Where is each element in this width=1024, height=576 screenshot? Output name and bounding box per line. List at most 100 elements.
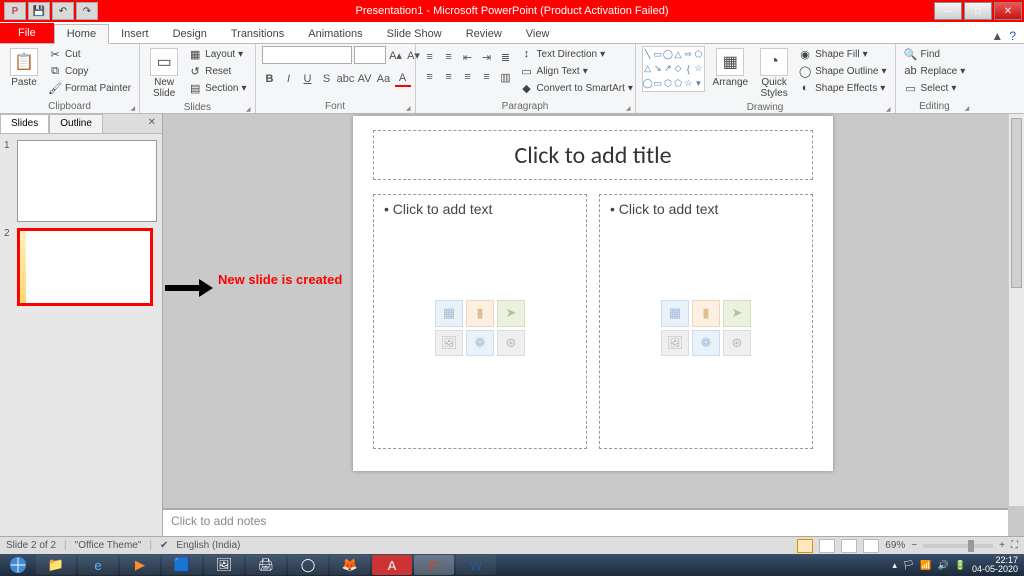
tray-action-center-icon[interactable]: 🏳 [903, 560, 914, 571]
taskbar-firefox[interactable]: 🦊 [330, 555, 370, 575]
media-icon[interactable]: ⊛ [723, 330, 751, 357]
slide-canvas[interactable]: Click to add title Click to add text ▦ ▮… [353, 116, 833, 471]
start-button[interactable] [2, 555, 34, 575]
zoom-slider[interactable] [923, 544, 993, 548]
content-placeholder-left[interactable]: Click to add text ▦ ▮ ➤ 🖼 ❁ ⊛ [373, 194, 587, 449]
format-painter-button[interactable]: 🖌Format Painter [46, 80, 133, 96]
line-spacing-button[interactable]: ≣ [498, 49, 514, 65]
tray-show-hidden-icon[interactable]: ▴ [892, 560, 897, 571]
taskbar-media[interactable]: ▶ [120, 555, 160, 575]
align-center-button[interactable]: ≡ [441, 69, 457, 85]
close-pane-icon[interactable]: ✕ [142, 114, 162, 133]
justify-button[interactable]: ≡ [479, 69, 495, 85]
shapes-gallery[interactable]: ╲▭◯△⇨⬠ △↘↗◇{☆ ◯▭⬡⬠☆▾ [642, 46, 705, 92]
find-button[interactable]: 🔍Find [902, 46, 968, 62]
smartart-icon[interactable]: ➤ [723, 300, 751, 327]
font-size-select[interactable] [354, 46, 386, 64]
tab-slideshow[interactable]: Slide Show [375, 25, 454, 43]
tab-transitions[interactable]: Transitions [219, 25, 296, 43]
taskbar-chrome[interactable]: ◯ [288, 555, 328, 575]
bold-button[interactable]: B [262, 71, 278, 87]
language-indicator[interactable]: English (India) [176, 540, 240, 551]
decrease-indent-button[interactable]: ⇤ [460, 49, 476, 65]
cut-button[interactable]: ✂Cut [46, 46, 133, 62]
change-case-button[interactable]: Aa [376, 71, 392, 87]
tray-network-icon[interactable]: 📶 [920, 560, 931, 571]
zoom-level[interactable]: 69% [885, 540, 905, 551]
table-icon[interactable]: ▦ [661, 300, 689, 327]
numbering-button[interactable]: ≡ [441, 49, 457, 65]
reset-button[interactable]: ↺Reset [186, 63, 248, 79]
tab-home[interactable]: Home [54, 24, 109, 44]
slideshow-view-button[interactable] [863, 539, 879, 553]
fit-to-window-button[interactable]: ⛶ [1011, 540, 1018, 551]
section-button[interactable]: ▤Section ▾ [186, 80, 248, 96]
spellcheck-icon[interactable]: ✔ [160, 540, 168, 551]
tab-animations[interactable]: Animations [296, 25, 374, 43]
layout-button[interactable]: ▦Layout ▾ [186, 46, 248, 62]
notes-pane[interactable]: Click to add notes [163, 508, 1008, 536]
taskbar-acrobat[interactable]: A [372, 555, 412, 575]
help-icon[interactable]: ? [1009, 29, 1016, 43]
bullets-button[interactable]: ≡ [422, 49, 438, 65]
align-text-button[interactable]: ▭Align Text ▾ [518, 63, 635, 79]
sorter-view-button[interactable] [819, 539, 835, 553]
italic-button[interactable]: I [281, 71, 297, 87]
font-name-select[interactable] [262, 46, 352, 64]
vertical-scrollbar[interactable] [1008, 114, 1024, 506]
clipart-icon[interactable]: ❁ [466, 330, 494, 357]
content-placeholder-right[interactable]: Click to add text ▦ ▮ ➤ 🖼 ❁ ⊛ [599, 194, 813, 449]
new-slide-button[interactable]: ▭ New Slide [146, 46, 182, 101]
taskbar-explorer[interactable]: 📁 [36, 555, 76, 575]
clipart-icon[interactable]: ❁ [692, 330, 720, 357]
shadow-button[interactable]: abc [338, 71, 354, 87]
table-icon[interactable]: ▦ [435, 300, 463, 327]
arrange-button[interactable]: ▦ Arrange [709, 46, 753, 90]
tray-volume-icon[interactable]: 🔊 [938, 560, 949, 571]
taskbar-app1[interactable]: 🟦 [162, 555, 202, 575]
convert-smartart-button[interactable]: ◆Convert to SmartArt ▾ [518, 80, 635, 96]
chart-icon[interactable]: ▮ [692, 300, 720, 327]
smartart-icon[interactable]: ➤ [497, 300, 525, 327]
replace-button[interactable]: abReplace ▾ [902, 63, 968, 79]
align-right-button[interactable]: ≡ [460, 69, 476, 85]
paste-button[interactable]: 📋 Paste [6, 46, 42, 90]
taskbar-app3[interactable]: 🖨 [246, 555, 286, 575]
char-spacing-button[interactable]: AV [357, 71, 373, 87]
zoom-out-button[interactable]: − [911, 540, 917, 551]
shape-fill-button[interactable]: ◉Shape Fill ▾ [796, 46, 888, 62]
shape-outline-button[interactable]: ◯Shape Outline ▾ [796, 63, 888, 79]
slide-thumb-1[interactable]: 1 [4, 140, 158, 222]
tray-clock[interactable]: 22:17 04-05-2020 [972, 556, 1018, 574]
select-button[interactable]: ▭Select ▾ [902, 80, 968, 96]
zoom-in-button[interactable]: + [999, 540, 1005, 551]
picture-icon[interactable]: 🖼 [435, 330, 463, 357]
tray-battery-icon[interactable]: 🔋 [955, 560, 966, 571]
text-direction-button[interactable]: ↕Text Direction ▾ [518, 46, 635, 62]
taskbar-word[interactable]: W [456, 555, 496, 575]
taskbar-powerpoint[interactable]: P [414, 555, 454, 575]
picture-icon[interactable]: 🖼 [661, 330, 689, 357]
normal-view-button[interactable] [797, 539, 813, 553]
font-color-button[interactable]: A [395, 71, 411, 87]
taskbar-app2[interactable]: 🖼 [204, 555, 244, 575]
tab-design[interactable]: Design [161, 25, 219, 43]
slides-tab[interactable]: Slides [0, 114, 49, 133]
minimize-ribbon-icon[interactable]: ▲ [991, 29, 1003, 43]
increase-indent-button[interactable]: ⇥ [479, 49, 495, 65]
taskbar-ie[interactable]: e [78, 555, 118, 575]
media-icon[interactable]: ⊛ [497, 330, 525, 357]
tab-review[interactable]: Review [454, 25, 514, 43]
slide-thumb-2[interactable]: 2 [4, 228, 158, 306]
reading-view-button[interactable] [841, 539, 857, 553]
grow-font-icon[interactable]: A▴ [388, 47, 404, 63]
shape-effects-button[interactable]: ◐Shape Effects ▾ [796, 80, 888, 96]
strikethrough-button[interactable]: S [319, 71, 335, 87]
quick-styles-button[interactable]: ◔ Quick Styles [756, 46, 792, 101]
tab-insert[interactable]: Insert [109, 25, 161, 43]
outline-tab[interactable]: Outline [49, 114, 103, 133]
align-left-button[interactable]: ≡ [422, 69, 438, 85]
columns-button[interactable]: ▥ [498, 69, 514, 85]
tab-file[interactable]: File [0, 23, 54, 43]
underline-button[interactable]: U [300, 71, 316, 87]
